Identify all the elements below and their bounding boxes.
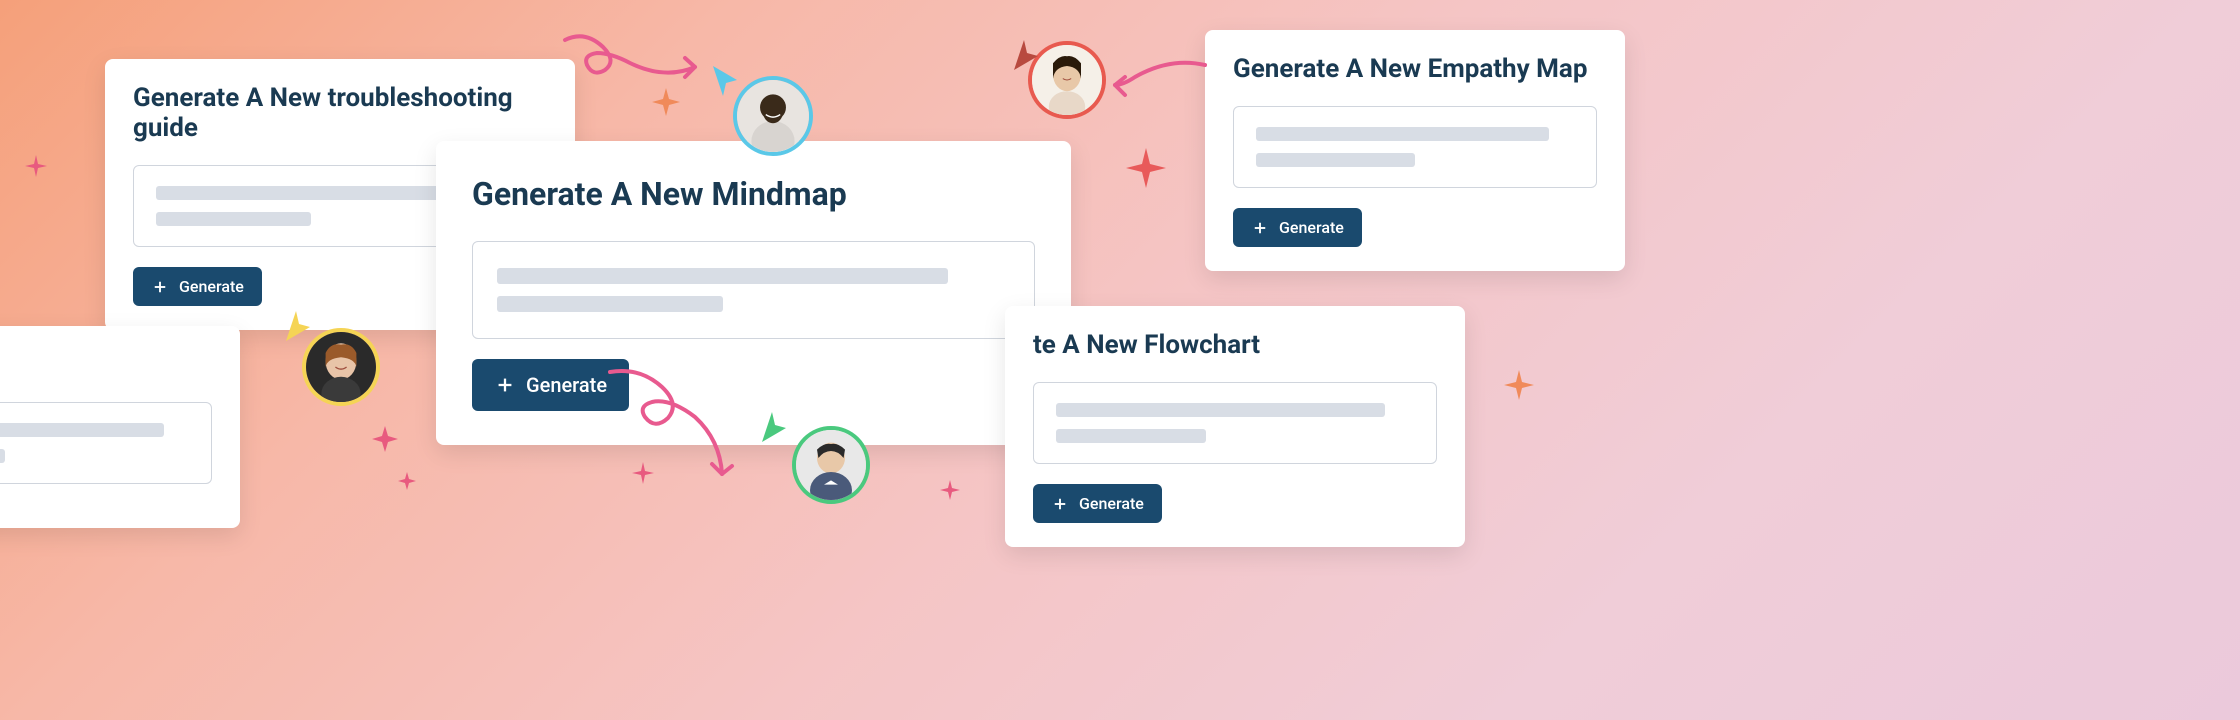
avatar-user-3	[792, 426, 870, 504]
card-empathy-map: Generate A New Empathy Map Generate	[1205, 30, 1625, 271]
cursor-icon	[758, 408, 794, 448]
button-label: Generate	[526, 373, 607, 397]
input-area[interactable]	[1033, 382, 1437, 464]
button-label: Generate	[1079, 494, 1144, 513]
swirl-arrow-icon	[600, 362, 750, 492]
placeholder-line	[1056, 403, 1385, 417]
cursor-icon	[1010, 36, 1046, 76]
card-title: te A New Flowchart	[1033, 330, 1437, 360]
card-mindmap: Generate A New Mindmap Generate	[436, 141, 1071, 445]
generate-button[interactable]: Generate	[1033, 484, 1162, 523]
sparkle-icon	[372, 426, 398, 452]
plus-icon	[151, 278, 169, 296]
card-partial-left: ap	[0, 326, 240, 528]
card-title: Generate A New Mindmap	[472, 175, 1035, 213]
placeholder-line	[1256, 127, 1549, 141]
avatar-user-1	[733, 76, 813, 156]
plus-icon	[1051, 495, 1069, 513]
input-area[interactable]	[1233, 106, 1597, 188]
input-area[interactable]	[472, 241, 1035, 339]
sparkle-icon	[25, 155, 47, 177]
cursor-icon	[282, 307, 318, 347]
placeholder-line	[0, 449, 5, 463]
plus-icon	[494, 374, 516, 396]
sparkle-icon	[1126, 148, 1166, 188]
placeholder-line	[1256, 153, 1415, 167]
placeholder-line	[1056, 429, 1206, 443]
button-label: Generate	[179, 277, 244, 296]
generate-button[interactable]: Generate	[133, 267, 262, 306]
card-title: Generate A New Empathy Map	[1233, 54, 1597, 84]
placeholder-line	[156, 212, 311, 226]
card-title: Generate A New troubleshooting guide	[133, 83, 547, 143]
button-label: Generate	[1279, 218, 1344, 237]
swirl-arrow-icon	[1105, 55, 1215, 105]
card-title: ap	[0, 350, 212, 380]
placeholder-line	[0, 423, 164, 437]
sparkle-icon	[940, 480, 960, 500]
plus-icon	[1251, 219, 1269, 237]
placeholder-line	[497, 268, 948, 284]
swirl-arrow-icon	[555, 25, 715, 100]
card-flowchart: te A New Flowchart Generate	[1005, 306, 1465, 547]
input-area[interactable]	[0, 402, 212, 484]
placeholder-line	[497, 296, 723, 312]
sparkle-icon	[1504, 370, 1534, 400]
sparkle-icon	[398, 472, 416, 490]
generate-button[interactable]: Generate	[1233, 208, 1362, 247]
